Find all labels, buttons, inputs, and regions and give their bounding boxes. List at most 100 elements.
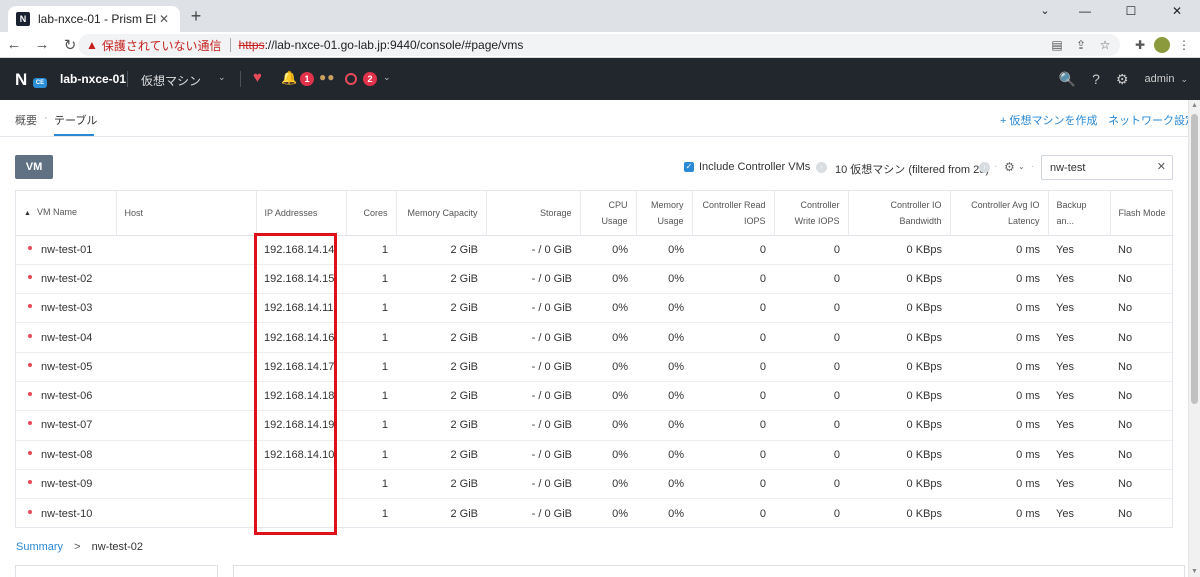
vm-entity-button[interactable]: VM [15, 155, 53, 179]
settings-gear-icon[interactable]: ⚙ [1116, 71, 1129, 88]
address-bar[interactable]: ▲ 保護されていない通信 https://lab-nxce-01.go-lab.… [78, 34, 1120, 56]
new-tab-icon[interactable]: + [186, 6, 206, 26]
table-row[interactable]: nw-test-09 1 2 GiB - / 0 GiB 0% 0% 0 0 0 KBps 0 m… [16, 469, 1172, 500]
user-chevron-down-icon[interactable]: ⌄ [1180, 74, 1188, 85]
tasks-ring-icon[interactable] [345, 73, 357, 85]
cell-vm-name[interactable]: nw-test-03 [16, 293, 116, 324]
table-settings-gear-icon[interactable]: ⚙ [1004, 160, 1015, 174]
summary-link[interactable]: Summary [16, 541, 63, 553]
col-header-storage[interactable]: Storage [486, 191, 581, 236]
minimize-icon[interactable]: — [1062, 0, 1108, 22]
tab-table[interactable]: テーブル [54, 112, 97, 128]
cell-flash-mode: No [1110, 293, 1172, 324]
extensions-icon[interactable]: ✚ [1130, 38, 1150, 52]
warning-icon[interactable]: ▲ [86, 38, 98, 52]
col-header-memory-usage[interactable]: Memory Usage [636, 191, 693, 236]
cell-controller-read-iops: 0 [692, 381, 774, 412]
user-menu[interactable]: admin [1144, 73, 1174, 85]
col-header-controller-io-bandwidth[interactable]: Controller IO Bandwidth [848, 191, 951, 236]
page-scrollbar[interactable]: ▲ ▼ [1188, 100, 1200, 577]
vm-name-text: nw-test-06 [41, 390, 93, 403]
cell-flash-mode: No [1110, 381, 1172, 412]
browser-tab[interactable]: N lab-nxce-01 - Prism Element ✕ [8, 6, 180, 32]
next-page-icon[interactable]: › [979, 162, 990, 173]
back-icon[interactable]: ← [0, 36, 28, 53]
vm-power-off-status-icon [28, 392, 32, 397]
col-header-memory-capacity[interactable]: Memory Capacity [396, 191, 487, 236]
tab-close-icon[interactable]: ✕ [156, 12, 172, 26]
share-icon[interactable]: ⇪ [1072, 38, 1090, 52]
clear-search-icon[interactable]: ✕ [1157, 160, 1166, 173]
col-header-backup[interactable]: Backup an... [1048, 191, 1111, 236]
search-input[interactable] [1050, 161, 1150, 175]
table-row[interactable]: nw-test-07 192.168.14.19 1 2 GiB - / 0 GiB 0%… [16, 410, 1172, 441]
maximize-icon[interactable]: ☐ [1108, 0, 1154, 22]
tab-overview[interactable]: 概要 [15, 112, 37, 128]
col-header-controller-read-iops[interactable]: Controller Read IOPS [692, 191, 775, 236]
search-icon[interactable]: 🔍 [1059, 71, 1076, 88]
cell-cores: 1 [381, 507, 388, 520]
browser-menu-icon[interactable]: ⋮ [1174, 38, 1194, 52]
cell-memory-capacity: 2 GiB [396, 235, 486, 265]
table-row[interactable]: nw-test-10 1 2 GiB - / 0 GiB 0% 0% 0 0 0 KBps 0 m… [16, 499, 1172, 527]
alert-dots-icon[interactable]: ●● [319, 70, 336, 84]
vm-name-text: nw-test-01 [41, 243, 93, 256]
col-header-controller-avg-io-latency[interactable]: Controller Avg IO Latency [950, 191, 1049, 236]
window-close-icon[interactable]: ✕ [1154, 0, 1200, 22]
table-row[interactable]: nw-test-06 192.168.14.18 1 2 GiB - / 0 GiB 0%… [16, 381, 1172, 412]
search-box[interactable]: ✕ [1041, 155, 1173, 180]
vm-name-text: nw-test-07 [41, 419, 93, 432]
col-header-cpu-usage[interactable]: CPU Usage [580, 191, 637, 236]
main-menu-dropdown[interactable]: 仮想マシン [141, 72, 201, 89]
cell-vm-name[interactable]: nw-test-10 [16, 499, 116, 527]
insecure-label[interactable]: 保護されていない通信 [102, 37, 222, 54]
profile-avatar[interactable] [1154, 37, 1170, 53]
cell-vm-name[interactable]: nw-test-09 [16, 469, 116, 500]
bookmark-star-icon[interactable]: ☆ [1096, 38, 1114, 52]
health-heart-icon[interactable]: ♥ [253, 69, 262, 86]
table-row[interactable]: nw-test-08 192.168.14.10 1 2 GiB - / 0 GiB 0%… [16, 440, 1172, 470]
nutanix-logo-icon[interactable]: N CE [15, 70, 47, 89]
sort-ascending-icon[interactable]: ▲ [24, 210, 31, 217]
table-row[interactable]: nw-test-04 192.168.14.16 1 2 GiB - / 0 GiB 0%… [16, 322, 1172, 353]
alerts-bell-icon[interactable]: 🔔 [281, 70, 297, 86]
scrollbar-thumb[interactable] [1191, 114, 1198, 404]
cell-vm-name[interactable]: nw-test-05 [16, 352, 116, 382]
scroll-up-icon[interactable]: ▲ [1191, 102, 1198, 109]
cell-host [116, 469, 256, 500]
include-controller-label[interactable]: Include Controller VMs [699, 161, 810, 173]
network-settings-link[interactable]: ネットワーク設定 [1108, 112, 1196, 128]
menu-chevron-down-icon[interactable]: ⌄ [218, 72, 226, 83]
tasks-chevron-down-icon[interactable]: ⌄ [383, 72, 391, 83]
table-row[interactable]: nw-test-02 192.168.14.15 1 2 GiB - / 0 GiB 0%… [16, 264, 1172, 295]
cell-vm-name[interactable]: nw-test-01 [16, 235, 116, 265]
col-header-cores[interactable]: Cores [346, 191, 397, 236]
cell-vm-name[interactable]: nw-test-02 [16, 264, 116, 295]
col-header-ip-addresses[interactable]: IP Addresses [256, 191, 347, 236]
cell-vm-name[interactable]: nw-test-07 [16, 410, 116, 441]
forward-icon[interactable]: → [28, 36, 56, 53]
help-icon[interactable]: ? [1092, 71, 1100, 87]
tab-search-chevron-icon[interactable]: ⌄ [1028, 0, 1062, 22]
cell-vm-name[interactable]: nw-test-04 [16, 322, 116, 353]
create-vm-link[interactable]: + 仮想マシンを作成 [1000, 112, 1097, 128]
translate-icon[interactable]: ▤ [1048, 38, 1066, 52]
prev-page-icon[interactable]: ‹ [816, 162, 827, 173]
col-header-controller-write-iops[interactable]: Controller Write IOPS [774, 191, 849, 236]
include-controller-checkbox[interactable]: ✓ [684, 162, 694, 172]
cell-vm-name[interactable]: nw-test-08 [16, 440, 116, 470]
alert-count-badge[interactable]: 1 [300, 72, 314, 86]
vm-power-off-status-icon [28, 421, 32, 426]
col-header-host[interactable]: Host [116, 191, 257, 236]
task-count-badge[interactable]: 2 [363, 72, 377, 86]
scroll-down-icon[interactable]: ▼ [1191, 568, 1198, 575]
table-row[interactable]: nw-test-01 192.168.14.14 1 2 GiB - / 0 GiB 0%… [16, 235, 1172, 265]
table-row[interactable]: nw-test-03 192.168.14.11 1 2 GiB - / 0 GiB 0%… [16, 293, 1172, 324]
vm-name-text: nw-test-05 [41, 360, 93, 373]
col-header-vm-name[interactable]: ▲ VM Name [16, 191, 117, 236]
cell-cores: 1 [346, 440, 396, 470]
col-header-flash-mode[interactable]: Flash Mode [1110, 191, 1172, 236]
cell-vm-name[interactable]: nw-test-06 [16, 381, 116, 412]
table-settings-chevron-icon[interactable]: ⌄ [1018, 162, 1025, 171]
table-row[interactable]: nw-test-05 192.168.14.17 1 2 GiB - / 0 GiB 0%… [16, 352, 1172, 382]
